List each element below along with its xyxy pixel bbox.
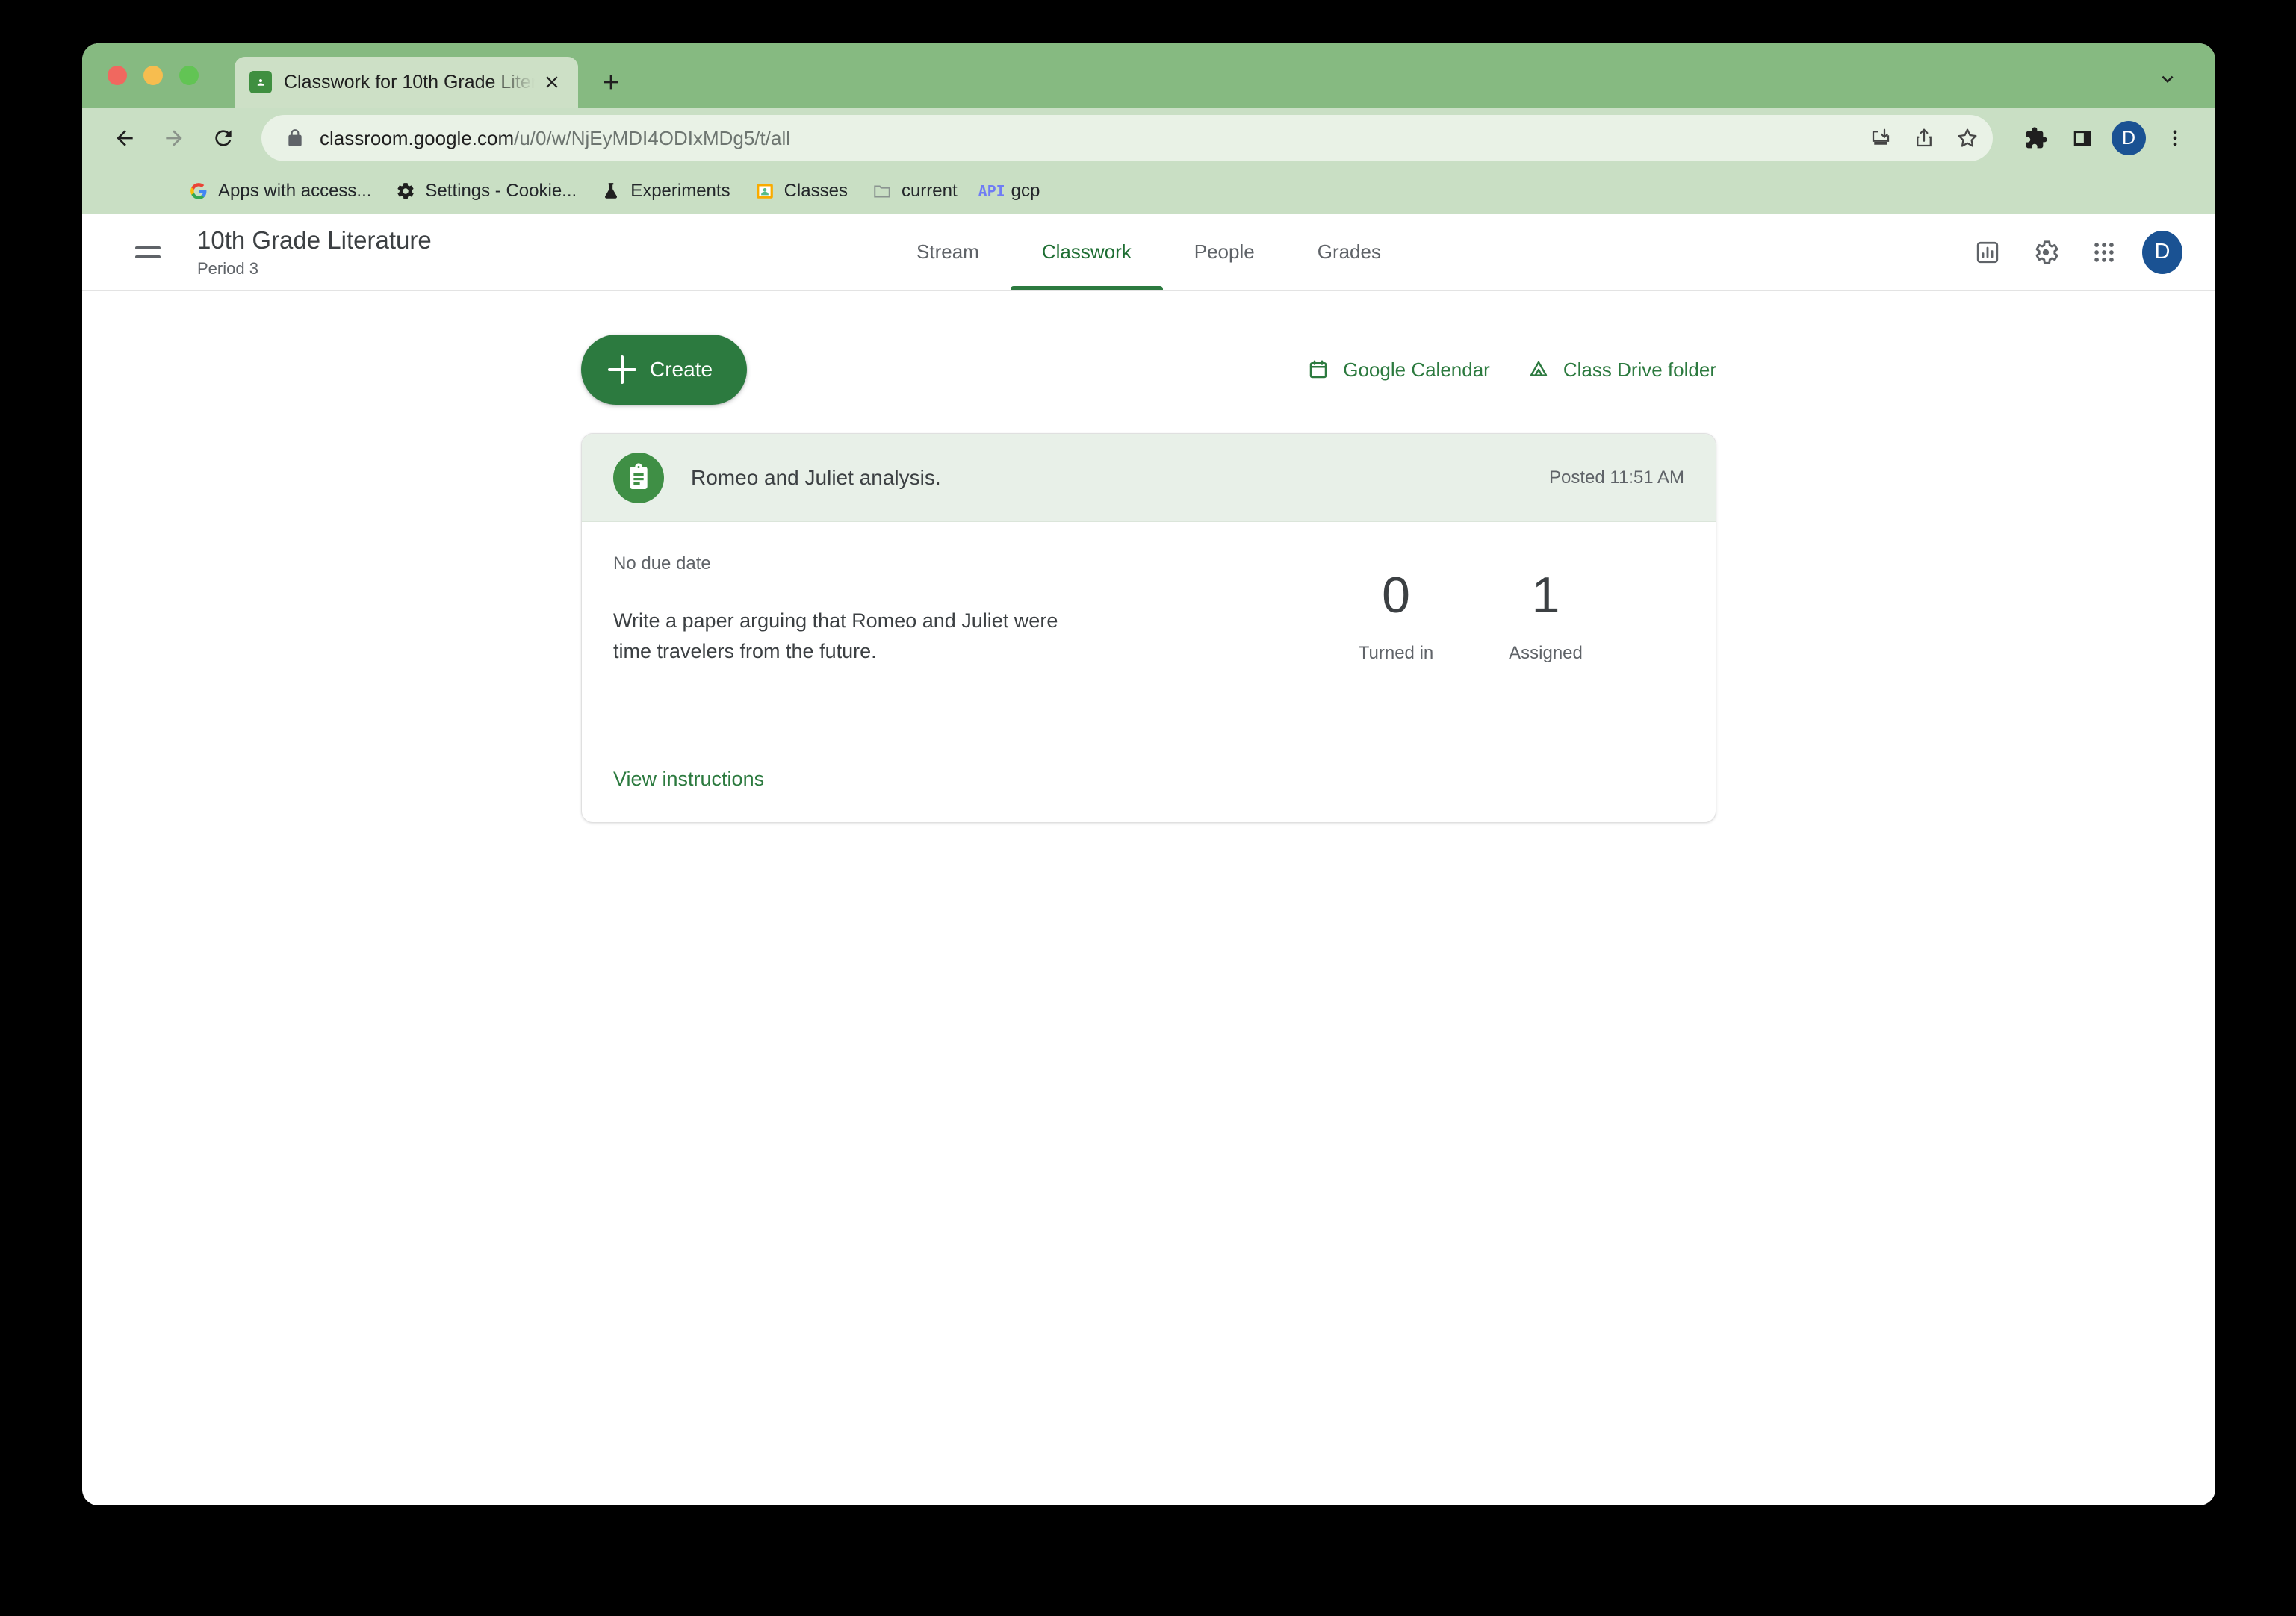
- api-icon: API: [978, 182, 1005, 200]
- class-title-block: 10th Grade Literature Period 3: [197, 226, 432, 279]
- url-path: /u/0/w/NjEyMDI4ODIxMDg5/t/all: [514, 126, 790, 149]
- assignment-card-footer: View instructions: [582, 736, 1716, 822]
- count-value: 1: [1531, 567, 1560, 624]
- bookmark-current-folder[interactable]: current: [863, 176, 967, 206]
- minimize-window-button[interactable]: [143, 66, 163, 85]
- tab-stream[interactable]: Stream: [885, 214, 1011, 290]
- bookmark-label: Classes: [784, 181, 848, 201]
- classroom-header: 10th Grade Literature Period 3 Stream Cl…: [82, 214, 2215, 291]
- bookmark-star-icon[interactable]: [1946, 117, 1988, 159]
- bookmarks-bar: Apps with access... Settings - Cookie...…: [82, 169, 2215, 214]
- google-calendar-link[interactable]: Google Calendar: [1306, 357, 1490, 382]
- class-drive-folder-link[interactable]: Class Drive folder: [1526, 357, 1716, 382]
- assignment-clipboard-icon: [613, 452, 664, 503]
- quick-link-label: Class Drive folder: [1563, 358, 1716, 381]
- browser-window: Classwork for 10th Grade Liter classroom: [82, 43, 2215, 1505]
- classroom-icon: [754, 181, 775, 202]
- page-content: 10th Grade Literature Period 3 Stream Cl…: [82, 214, 2215, 1505]
- plus-icon: [608, 355, 636, 384]
- create-button[interactable]: Create: [581, 335, 748, 405]
- side-panel-icon[interactable]: [2061, 117, 2103, 159]
- tab-people[interactable]: People: [1163, 214, 1286, 290]
- bookmark-apps-with-access[interactable]: Apps with access...: [179, 176, 380, 206]
- install-icon[interactable]: [1860, 117, 1902, 159]
- url-host: classroom.google.com: [320, 126, 515, 149]
- page-title: 10th Grade Literature: [197, 226, 432, 254]
- settings-gear-icon[interactable]: [2026, 232, 2066, 273]
- assignment-title: Romeo and Juliet analysis.: [691, 465, 941, 489]
- assignment-details: No due date Write a paper arguing that R…: [613, 553, 1321, 694]
- class-insights-icon[interactable]: [1967, 232, 2008, 273]
- forward-icon[interactable]: [151, 115, 197, 161]
- hamburger-icon[interactable]: [124, 229, 172, 276]
- close-icon[interactable]: [539, 69, 565, 95]
- bookmark-experiments[interactable]: Experiments: [592, 176, 739, 206]
- drive-icon: [1526, 357, 1551, 382]
- view-instructions-link[interactable]: View instructions: [613, 768, 764, 791]
- lock-icon[interactable]: [285, 128, 305, 148]
- classroom-icon: [249, 71, 272, 93]
- class-section: Period 3: [197, 259, 258, 279]
- count-label: Turned in: [1358, 643, 1434, 663]
- quick-link-label: Google Calendar: [1343, 358, 1490, 381]
- folder-icon: [872, 181, 893, 202]
- bookmark-classes[interactable]: Classes: [745, 176, 857, 206]
- assignment-counts: 0 Turned in 1 Assigned: [1321, 570, 1620, 694]
- assignment-card-header[interactable]: Romeo and Juliet analysis. Posted 11:51 …: [582, 434, 1716, 522]
- assignment-due-date: No due date: [613, 553, 711, 574]
- header-right-icons: D: [1967, 230, 2182, 274]
- apps-grid-icon[interactable]: [2084, 232, 2124, 273]
- avatar[interactable]: D: [2142, 230, 2182, 274]
- back-icon[interactable]: [102, 115, 148, 161]
- quick-links: Google Calendar Class Drive folder: [1306, 357, 1716, 382]
- close-window-button[interactable]: [108, 66, 127, 85]
- assignment-description: Write a paper arguing that Romeo and Jul…: [613, 609, 1058, 662]
- window-controls: [108, 66, 199, 85]
- chrome-profile-avatar[interactable]: D: [2108, 117, 2150, 159]
- calendar-icon: [1306, 357, 1331, 382]
- reload-icon[interactable]: [200, 115, 246, 161]
- turned-in-count[interactable]: 0 Turned in: [1321, 570, 1471, 664]
- create-button-label: Create: [650, 358, 713, 381]
- browser-tab-title: Classwork for 10th Grade Liter: [284, 71, 535, 93]
- extensions-icon[interactable]: [2015, 117, 2057, 159]
- assignment-posted-time: Posted 11:51 AM: [1548, 467, 1684, 488]
- avatar-letter: D: [2142, 230, 2182, 274]
- bookmark-label: Apps with access...: [218, 181, 372, 201]
- avatar: D: [2112, 121, 2146, 155]
- bookmark-settings-cookies[interactable]: Settings - Cookie...: [386, 176, 586, 206]
- assigned-count[interactable]: 1 Assigned: [1471, 570, 1620, 664]
- classwork-content: Create Google Calendar Class Drive folde…: [82, 291, 2215, 1505]
- assignment-card[interactable]: Romeo and Juliet analysis. Posted 11:51 …: [581, 433, 1716, 823]
- tab-strip: Classwork for 10th Grade Liter: [82, 43, 2215, 108]
- count-value: 0: [1382, 567, 1410, 624]
- bookmark-label: gcp: [1011, 181, 1040, 201]
- address-bar[interactable]: classroom.google.com/u/0/w/NjEyMDI4ODIxM…: [261, 115, 1993, 161]
- chevron-down-icon[interactable]: [2153, 64, 2182, 94]
- toolbar-right-icons: D: [2015, 117, 2196, 159]
- bookmark-label: Experiments: [630, 181, 730, 201]
- bookmark-label: current: [901, 181, 958, 201]
- bookmark-label: Settings - Cookie...: [425, 181, 577, 201]
- count-label: Assigned: [1509, 643, 1583, 663]
- tab-grades[interactable]: Grades: [1286, 214, 1412, 290]
- google-icon: [188, 181, 209, 202]
- chrome-menu-icon[interactable]: [2154, 117, 2196, 159]
- browser-tab[interactable]: Classwork for 10th Grade Liter: [235, 57, 578, 108]
- assignment-card-body: No due date Write a paper arguing that R…: [582, 522, 1716, 736]
- new-tab-button[interactable]: [590, 61, 632, 103]
- address-bar-text: classroom.google.com/u/0/w/NjEyMDI4ODIxM…: [320, 127, 790, 150]
- omnibox-actions: [1860, 117, 1988, 159]
- action-row: Create Google Calendar Class Drive folde…: [581, 335, 1716, 405]
- browser-toolbar: classroom.google.com/u/0/w/NjEyMDI4ODIxM…: [82, 108, 2215, 169]
- share-icon[interactable]: [1903, 117, 1945, 159]
- flask-icon: [601, 181, 621, 202]
- tab-classwork[interactable]: Classwork: [1010, 214, 1163, 290]
- gear-icon: [395, 181, 416, 202]
- maximize-window-button[interactable]: [179, 66, 199, 85]
- bookmark-gcp[interactable]: API gcp: [972, 176, 1049, 206]
